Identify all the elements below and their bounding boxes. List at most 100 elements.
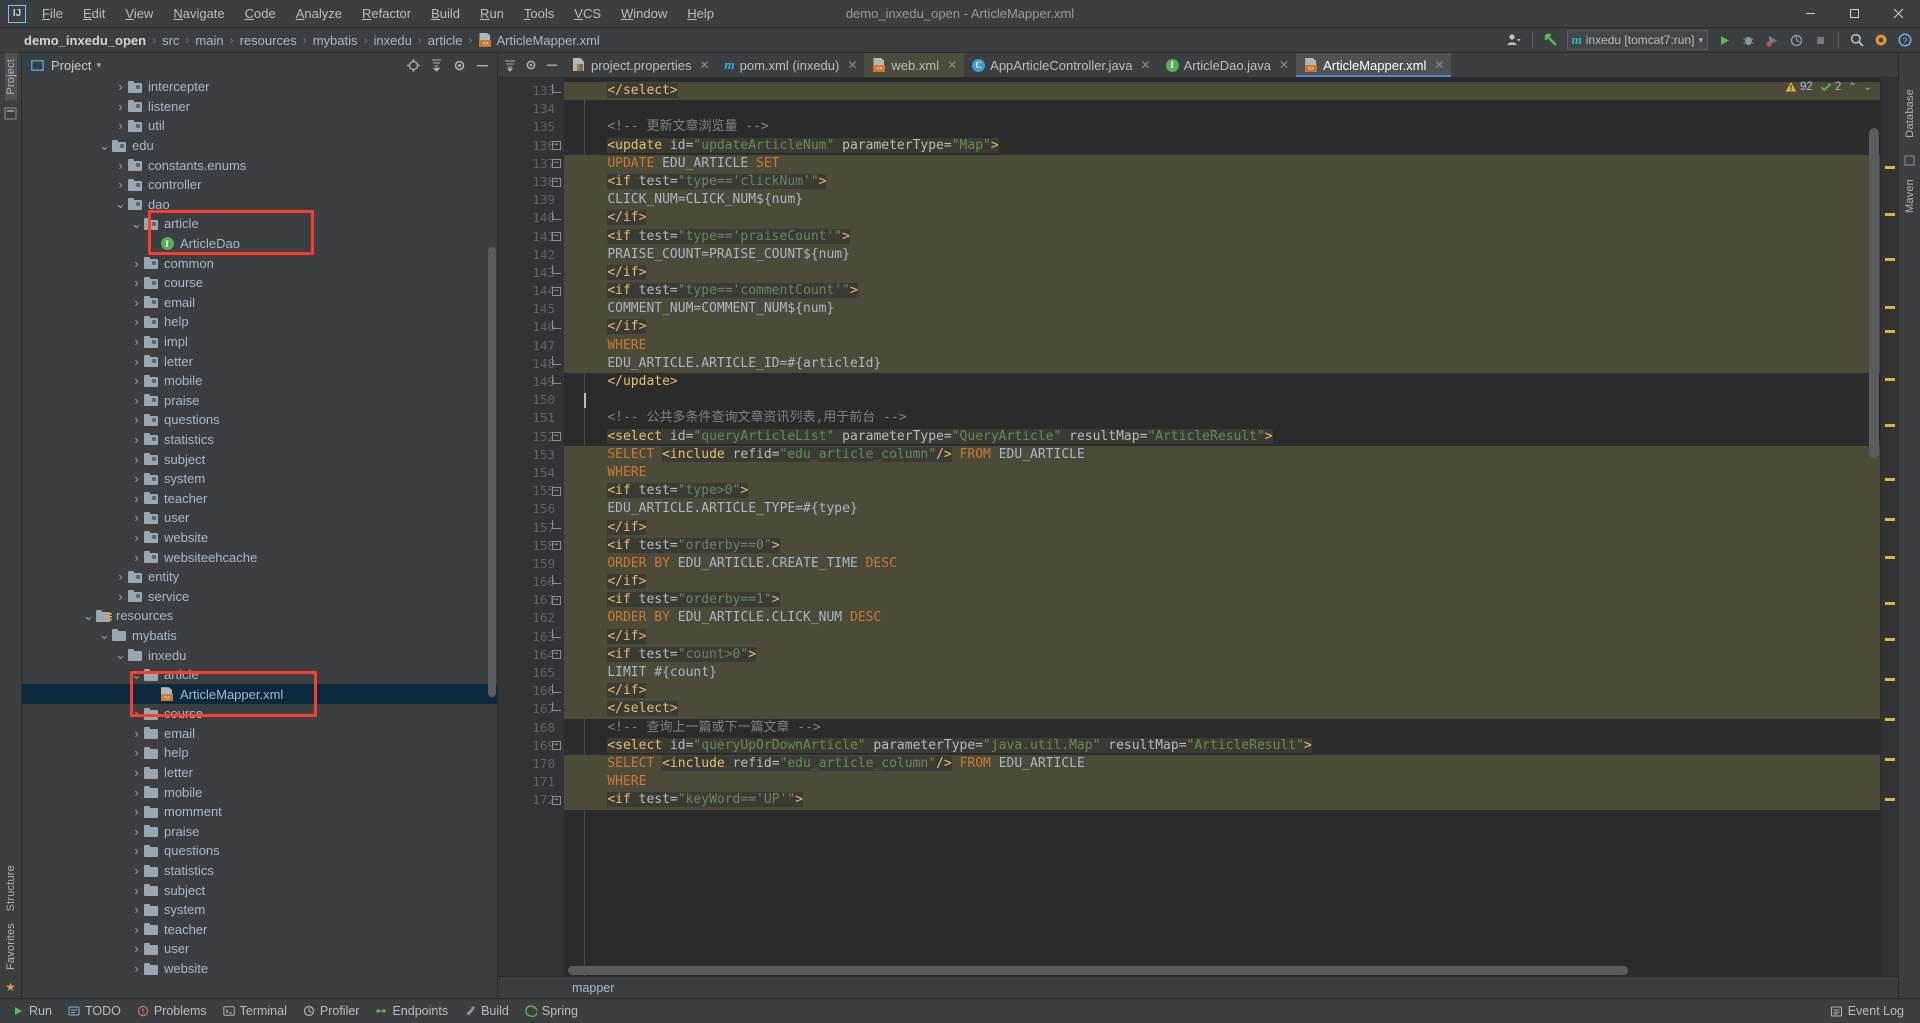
tree-item-impl[interactable]: › impl [22, 332, 497, 352]
chevron-right-icon[interactable]: › [114, 569, 127, 584]
fold-end-icon[interactable] [548, 209, 564, 227]
tree-item-article[interactable]: ⌄ article [22, 665, 497, 685]
close-icon[interactable]: ✕ [1279, 58, 1289, 72]
fold-collapse-icon[interactable]: − [548, 137, 564, 155]
tree-item-letter[interactable]: › letter [22, 763, 497, 783]
code-line[interactable]: WHERE [564, 336, 1880, 355]
run-button[interactable] [1713, 29, 1735, 51]
code-line[interactable]: LIMIT #{count} [564, 664, 1880, 683]
code-line[interactable]: EDU_ARTICLE.ARTICLE_TYPE=#{type} [564, 500, 1880, 519]
status-item-profiler[interactable]: Profiler [295, 1002, 368, 1020]
tree-item-util[interactable]: › util [22, 116, 497, 136]
fold-collapse-icon[interactable]: − [548, 155, 564, 173]
chevron-right-icon[interactable]: › [130, 843, 143, 858]
tree-item-teacher[interactable]: › teacher [22, 488, 497, 508]
breadcrumb-item-demo-inxedu-open[interactable]: demo_inxedu_open [24, 33, 146, 48]
status-bar-right[interactable]: Event Log [1822, 1002, 1912, 1020]
code-line[interactable]: <if test="orderby==0"> [564, 536, 1880, 555]
breadcrumb-item-src[interactable]: src [162, 33, 179, 48]
tree-item-constants-enums[interactable]: › constants.enums [22, 155, 497, 175]
chevron-right-icon[interactable]: › [130, 922, 143, 937]
menu-item-vcs[interactable]: VCS [564, 2, 611, 25]
chevron-right-icon[interactable]: › [130, 334, 143, 349]
main-menu[interactable]: File Edit View Navigate Code Analyze Refactor B… [32, 2, 724, 25]
tree-item-listener[interactable]: › listener [22, 97, 497, 117]
tool-window-structure[interactable]: Structure [5, 859, 17, 917]
code-content[interactable]: </select> <!-- 更新文章浏览量 --> <update id="u… [564, 78, 1880, 976]
fold-end-icon[interactable] [548, 373, 564, 391]
editor-tab-apparticlecontroller-java[interactable]: C AppArticleController.java ✕ [964, 53, 1157, 77]
gear-icon[interactable] [448, 54, 470, 76]
fold-collapse-icon[interactable]: − [548, 646, 564, 664]
minimize-icon[interactable] [542, 55, 562, 75]
code-line[interactable]: PRAISE_COUNT=PRAISE_COUNT${num} [564, 245, 1880, 264]
tree-item-mobile[interactable]: › mobile [22, 782, 497, 802]
coverage-button[interactable] [1761, 29, 1783, 51]
prev-problem-icon[interactable]: ⌃ [1848, 82, 1856, 93]
run-configuration-selector[interactable]: m inxedu [tomcat7:run] ▾ [1566, 30, 1708, 50]
tree-item-resources[interactable]: ⌄ resources [22, 606, 497, 626]
chevron-down-icon[interactable]: ⌄ [82, 608, 95, 624]
code-line[interactable]: </select> [564, 700, 1880, 719]
fold-collapse-icon[interactable]: − [548, 228, 564, 246]
tree-item-system[interactable]: › system [22, 469, 497, 489]
code-line[interactable] [564, 100, 1880, 118]
tree-item-user[interactable]: › user [22, 939, 497, 959]
menu-item-tools[interactable]: Tools [514, 2, 564, 25]
editor-horizontal-scrollbar[interactable] [568, 966, 1628, 975]
code-line[interactable]: EDU_ARTICLE.ARTICLE_ID=#{articleId} [564, 354, 1880, 373]
code-line[interactable]: <!-- 查询上一篇或下一篇文章 --> [564, 719, 1880, 737]
tree-item-edu[interactable]: ⌄ edu [22, 136, 497, 156]
fold-collapse-icon[interactable]: − [548, 791, 564, 809]
chevron-right-icon[interactable]: › [130, 706, 143, 721]
code-line[interactable]: </if> [564, 627, 1880, 646]
tree-item-controller[interactable]: › controller [22, 175, 497, 195]
code-line[interactable]: </if> [564, 518, 1880, 537]
code-line[interactable]: SELECT <include refid="edu_article_colum… [564, 445, 1880, 464]
status-bar-left[interactable]: Run TODO Problems Terminal Profiler Endpoints… [4, 1002, 586, 1020]
chevron-right-icon[interactable]: › [114, 177, 127, 192]
tree-item-teacher[interactable]: › teacher [22, 920, 497, 940]
menu-item-build[interactable]: Build [421, 2, 470, 25]
chevron-down-icon[interactable]: ⌄ [98, 627, 111, 643]
fold-end-icon[interactable] [548, 355, 564, 373]
code-line[interactable]: COMMENT_NUM=COMMENT_NUM${num} [564, 300, 1880, 319]
user-icon[interactable] [1503, 29, 1525, 51]
chevron-right-icon[interactable]: › [130, 550, 143, 565]
fold-collapse-icon[interactable]: − [548, 537, 564, 555]
stop-button[interactable] [1809, 29, 1831, 51]
breadcrumb-item-article[interactable]: article [428, 33, 463, 48]
chevron-right-icon[interactable]: › [130, 863, 143, 878]
code-line[interactable]: </if> [564, 682, 1880, 701]
debug-button[interactable] [1737, 29, 1759, 51]
tree-item-course[interactable]: › course [22, 704, 497, 724]
chevron-right-icon[interactable]: › [130, 824, 143, 839]
code-line[interactable]: SELECT <include refid="edu_article_colum… [564, 754, 1880, 774]
status-item-run[interactable]: Run [4, 1002, 60, 1020]
editor-tab-articlemapper-xml[interactable]: ArticleMapper.xml ✕ [1296, 53, 1452, 77]
close-icon[interactable]: ✕ [1141, 58, 1151, 72]
chevron-right-icon[interactable]: › [130, 765, 143, 780]
close-icon[interactable]: ✕ [847, 58, 857, 72]
tree-item-email[interactable]: › email [22, 724, 497, 744]
tool-window-maven[interactable]: Maven [1904, 173, 1916, 219]
chevron-right-icon[interactable]: › [130, 804, 143, 819]
chevron-right-icon[interactable]: › [130, 373, 143, 388]
tree-item-entity[interactable]: › entity [22, 567, 497, 587]
chevron-right-icon[interactable]: › [130, 471, 143, 486]
chevron-right-icon[interactable]: › [130, 393, 143, 408]
editor-gutter[interactable]: 133 134 135 136 137 138 139 140 141 142 143 144 145 1… [498, 78, 564, 976]
code-line[interactable]: </if> [564, 263, 1880, 283]
chevron-right-icon[interactable]: › [130, 256, 143, 271]
chevron-down-icon[interactable]: ⌄ [130, 667, 143, 683]
status-item-spring[interactable]: Spring [517, 1002, 586, 1020]
back-arrow-icon[interactable] [1540, 29, 1562, 51]
chevron-right-icon[interactable]: › [130, 510, 143, 525]
tree-item-subject[interactable]: › subject [22, 449, 497, 469]
chevron-down-icon[interactable]: ▾ [96, 60, 101, 71]
settings-icon[interactable] [1870, 29, 1892, 51]
code-line[interactable]: </select> [564, 82, 1880, 101]
tool-window-favorites[interactable]: Favorites [5, 917, 17, 976]
tree-item-praise[interactable]: › praise [22, 822, 497, 842]
tree-item-website[interactable]: › website [22, 959, 497, 979]
